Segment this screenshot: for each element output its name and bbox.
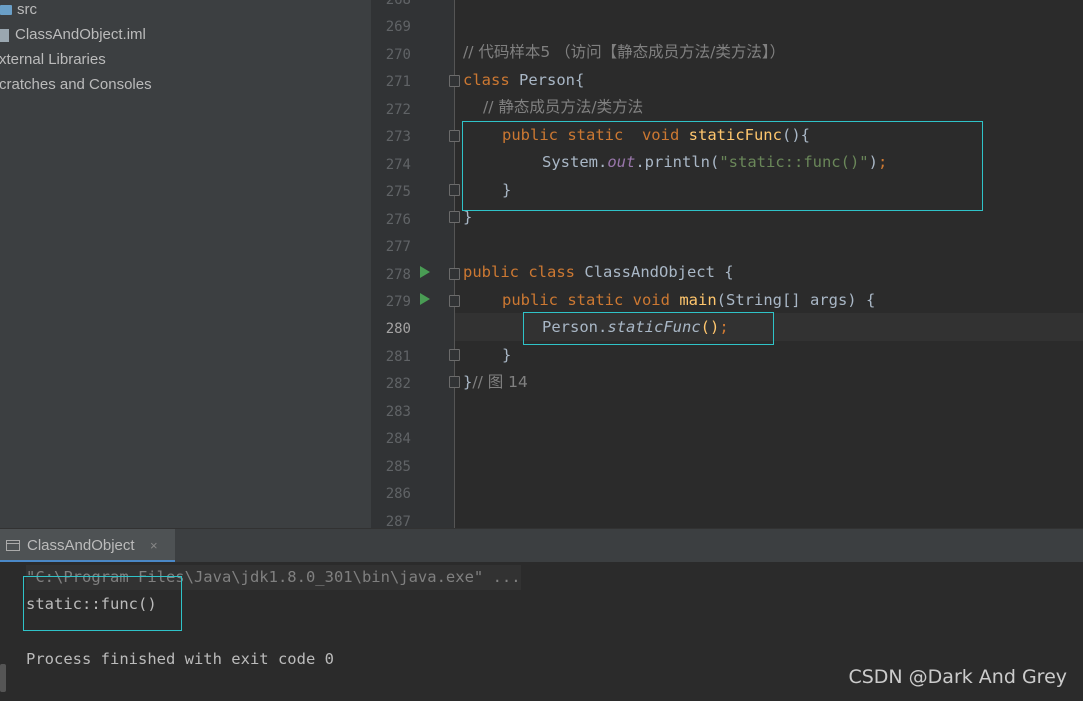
line-number: 285 <box>385 458 411 475</box>
project-tree-panel: src ClassAndObject.iml xternal Libraries… <box>0 0 371 528</box>
line-number: 282 <box>385 376 411 393</box>
code-text: } <box>463 373 473 391</box>
line-number: 278 <box>385 266 411 283</box>
tree-item-scratches[interactable]: cratches and Consoles <box>0 72 152 97</box>
line-number: 283 <box>385 403 411 420</box>
tree-item-external-libraries[interactable]: xternal Libraries <box>0 47 106 72</box>
folder-icon <box>0 5 12 16</box>
code-keyword: class <box>463 70 510 89</box>
fold-marker-icon[interactable] <box>449 184 460 196</box>
line-number: 268 <box>385 0 411 8</box>
tab-run-classandobject[interactable]: ClassAndObject × <box>0 529 175 563</box>
code-class-name: Person{ <box>519 70 585 89</box>
watermark: CSDN @Dark And Grey <box>848 666 1067 688</box>
line-number: 279 <box>385 293 411 310</box>
code-keyword: public class <box>463 263 575 281</box>
line-number: 269 <box>385 19 411 36</box>
highlight-box-method-call <box>523 312 774 345</box>
line-number: 284 <box>385 431 411 448</box>
code-line-270: // 代码样本5 （访问【静态成员方法/类方法】） <box>463 43 786 61</box>
fold-marker-icon[interactable] <box>449 75 460 87</box>
code-text: (String[] args) { <box>716 290 876 309</box>
line-number: 270 <box>385 46 411 63</box>
fold-marker-icon[interactable] <box>449 268 460 280</box>
run-gutter-icon[interactable] <box>420 266 430 278</box>
line-number: 286 <box>385 486 411 503</box>
line-number: 275 <box>385 184 411 201</box>
fold-marker-icon[interactable] <box>449 349 460 361</box>
line-number: 281 <box>385 348 411 365</box>
run-tab-label: ClassAndObject <box>27 537 135 554</box>
line-number: 277 <box>385 239 411 256</box>
line-number: 271 <box>385 74 411 91</box>
code-line-282: }// 图 14 <box>463 369 528 397</box>
highlight-box-console-output <box>23 576 182 631</box>
code-comment: // 图 14 <box>472 373 528 391</box>
run-gutter-icon[interactable] <box>420 293 430 305</box>
code-line-278: public class ClassAndObject { <box>463 259 734 287</box>
line-number: 280 <box>385 321 411 338</box>
code-line-272: // 静态成员方法/类方法 <box>483 98 644 116</box>
fold-marker-icon[interactable] <box>449 211 460 223</box>
console-icon <box>6 540 20 551</box>
tree-item-src[interactable]: src <box>0 0 37 22</box>
line-number: 272 <box>385 101 411 118</box>
highlight-box-static-method <box>462 121 983 211</box>
code-line-279: public static void main(String[] args) { <box>502 287 875 315</box>
code-line-271: class Person{ <box>463 67 584 95</box>
run-tool-window-header: ClassAndObject × <box>0 528 1083 563</box>
tree-item-iml[interactable]: ClassAndObject.iml <box>0 22 146 47</box>
console-exit-message: Process finished with exit code 0 <box>26 650 334 668</box>
code-text: ClassAndObject { <box>584 263 734 281</box>
fold-marker-icon[interactable] <box>449 295 460 307</box>
line-number: 276 <box>385 211 411 228</box>
line-number: 274 <box>385 156 411 173</box>
fold-marker-icon[interactable] <box>449 130 460 142</box>
console-side-toolbar[interactable] <box>0 664 6 692</box>
code-line-281: } <box>502 345 512 364</box>
module-file-icon <box>0 28 9 42</box>
line-number: 273 <box>385 129 411 146</box>
close-icon[interactable]: × <box>150 529 158 563</box>
code-method-name: main <box>679 290 717 309</box>
fold-marker-icon[interactable] <box>449 376 460 388</box>
code-keyword: public static void <box>502 290 670 309</box>
